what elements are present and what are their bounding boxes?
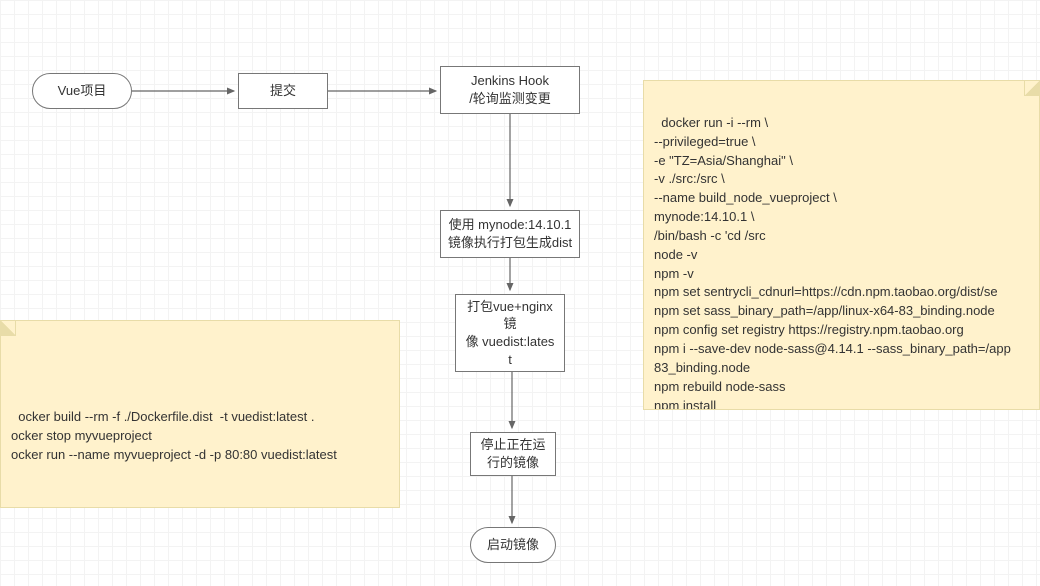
- process-commit: 提交: [238, 73, 328, 109]
- pack-image-line3: 像 vuedist:lates: [466, 333, 555, 351]
- terminator-run: 启动镜像: [470, 527, 556, 563]
- jenkins-line2: /轮询监测变更: [469, 90, 551, 108]
- pack-image-line4: t: [508, 351, 512, 369]
- process-pack-image: 打包vue+nginx 镜 像 vuedist:lates t: [455, 294, 565, 372]
- terminator-run-label: 启动镜像: [487, 536, 539, 554]
- terminator-start-label: Vue项目: [58, 82, 107, 100]
- build-dist-line1: 使用 mynode:14.10.1: [449, 216, 572, 234]
- stop-line1: 停止正在运: [480, 436, 545, 454]
- note-docker-run-script: docker run -i --rm \ --privileged=true \…: [643, 80, 1040, 410]
- pack-image-line2: 镜: [503, 315, 516, 333]
- terminator-start: Vue项目: [32, 73, 132, 109]
- note-docker-run-script-text: docker run -i --rm \ --privileged=true \…: [654, 115, 1011, 410]
- stop-line2: 行的镜像: [487, 454, 539, 472]
- jenkins-line1: Jenkins Hook: [471, 72, 549, 90]
- process-commit-label: 提交: [270, 82, 296, 100]
- process-build-dist: 使用 mynode:14.10.1 镜像执行打包生成dist: [440, 210, 580, 258]
- process-jenkins-hook: Jenkins Hook /轮询监测变更: [440, 66, 580, 114]
- note-docker-commands: ocker build --rm -f ./Dockerfile.dist -t…: [0, 320, 400, 508]
- process-stop-image: 停止正在运 行的镜像: [470, 432, 556, 476]
- pack-image-line1: 打包vue+nginx: [467, 298, 553, 316]
- note-docker-commands-text: ocker build --rm -f ./Dockerfile.dist -t…: [11, 409, 337, 462]
- build-dist-line2: 镜像执行打包生成dist: [448, 234, 572, 252]
